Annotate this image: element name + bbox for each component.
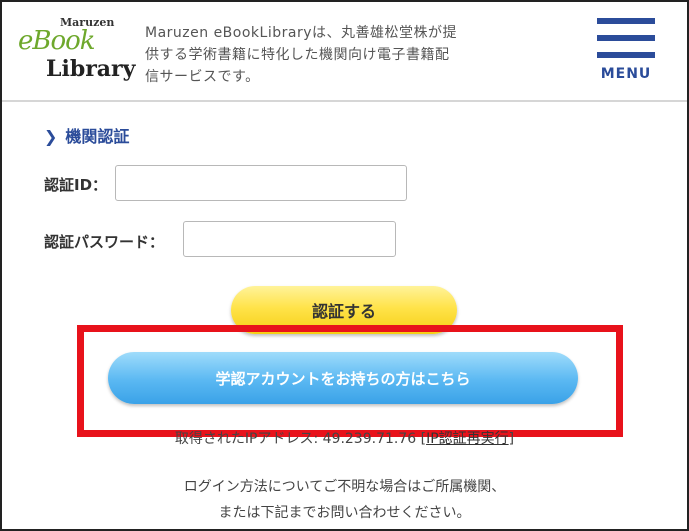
service-description-line: 供する学術書籍に特化した機関向け電子書籍配 xyxy=(145,47,450,63)
auth-id-input[interactable] xyxy=(115,165,407,201)
menu-button[interactable]: MENU xyxy=(594,18,658,88)
auth-password-label: 認証パスワード： xyxy=(44,233,165,251)
ip-address-info: 取得されたIPアドレス: 49.239.71.76 [IP認証再実行] xyxy=(2,428,687,448)
service-description: Maruzen eBookLibraryは、丸善雄松堂株が提 供する学術書籍に特… xyxy=(145,22,505,88)
ip-address-text: 取得されたIPアドレス: 49.239.71.76 [ xyxy=(174,431,427,447)
maruzen-ebook-library-logo[interactable]: Maruzen eBook Library xyxy=(18,16,135,86)
auth-id-label: 認証ID： xyxy=(44,176,108,194)
ip-reauth-link[interactable]: IP認証再実行 xyxy=(426,431,509,447)
logo-text-bottom: Library xyxy=(46,56,136,82)
gakunin-login-button[interactable]: 学認アカウントをお持ちの方はこちら xyxy=(108,352,578,404)
hamburger-icon xyxy=(597,35,655,41)
page-frame: Maruzen eBook Library Maruzen eBookLibra… xyxy=(0,0,689,531)
section-title-text: 機関認証 xyxy=(65,127,130,146)
help-text: ログイン方法についてご不明な場合はご所属機関、 または下記までお問い合わせくださ… xyxy=(2,474,687,526)
logo-text-mid: eBook xyxy=(18,26,96,56)
section-title: ❯ 機関認証 xyxy=(44,123,129,147)
auth-submit-button[interactable]: 認証する xyxy=(231,286,457,334)
site-header: Maruzen eBook Library Maruzen eBookLibra… xyxy=(2,2,687,102)
auth-password-input[interactable] xyxy=(183,221,396,257)
ip-address-suffix: ] xyxy=(508,431,515,447)
service-description-line: 信サービスです。 xyxy=(145,69,260,85)
menu-label: MENU xyxy=(600,66,652,82)
hamburger-icon xyxy=(597,18,655,24)
help-text-line: または下記までお問い合わせください。 xyxy=(218,505,471,521)
chevron-right-icon: ❯ xyxy=(44,127,58,146)
hamburger-icon xyxy=(597,52,655,58)
service-description-line: Maruzen eBookLibraryは、丸善雄松堂株が提 xyxy=(145,25,457,41)
help-text-line: ログイン方法についてご不明な場合はご所属機関、 xyxy=(183,479,506,495)
